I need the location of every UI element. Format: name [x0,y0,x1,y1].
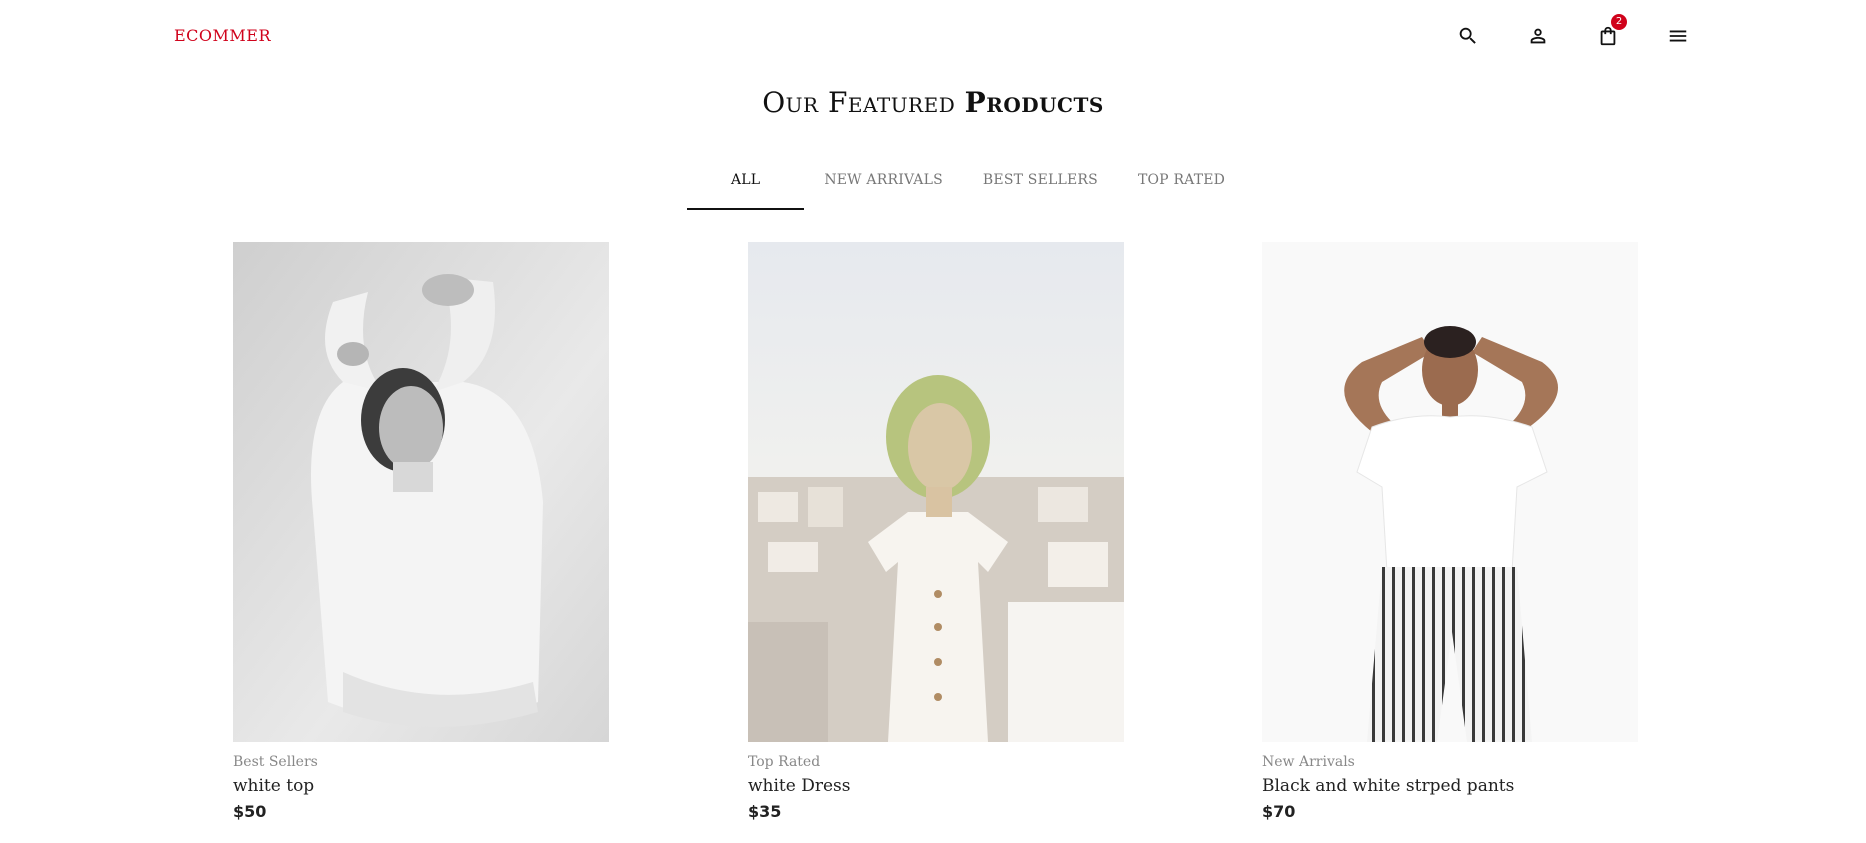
product-image[interactable] [748,242,1124,742]
product-photo [233,242,609,742]
search-button[interactable] [1456,24,1480,48]
section-title: Our Featured Products [0,86,1866,119]
tab-all[interactable]: ALL [687,156,805,210]
cart-button[interactable]: 2 [1596,14,1627,48]
product-image[interactable] [1262,242,1638,742]
logo[interactable]: ECOMMER [174,26,271,45]
section-title-bold: Products [964,86,1104,119]
product-category: Top Rated [748,754,821,770]
menu-button[interactable] [1666,24,1690,48]
product-price: $35 [748,802,782,821]
product-category: Best Sellers [233,754,318,770]
product-name[interactable]: white top [233,776,609,796]
product-photo [748,242,1124,742]
cart-count-badge: 2 [1611,14,1627,30]
account-button[interactable] [1526,24,1550,48]
product-card[interactable]: Best Sellers white top $50 [233,242,609,821]
product-category: New Arrivals [1262,754,1355,770]
tab-top-rated[interactable]: TOP RATED [1118,156,1245,210]
menu-icon [1669,30,1687,42]
product-photo [1262,242,1638,742]
site-header: ECOMMER 2 [0,0,1866,76]
product-filter-tabs: ALL NEW ARRIVALS BEST SELLERS TOP RATED [687,156,1245,210]
tab-best-sellers[interactable]: BEST SELLERS [963,156,1118,210]
product-image[interactable] [233,242,609,742]
search-icon [1459,27,1476,44]
product-name[interactable]: white Dress [748,776,1124,796]
product-name[interactable]: Black and white strped pants [1262,776,1638,796]
product-card[interactable]: Top Rated white Dress $35 [748,242,1124,821]
section-title-light: Our Featured [762,86,956,119]
product-price: $70 [1262,802,1296,821]
user-icon [1530,28,1546,44]
tab-new-arrivals[interactable]: NEW ARRIVALS [804,156,963,210]
product-card[interactable]: New Arrivals Black and white strped pant… [1262,242,1638,821]
product-price: $50 [233,802,267,821]
